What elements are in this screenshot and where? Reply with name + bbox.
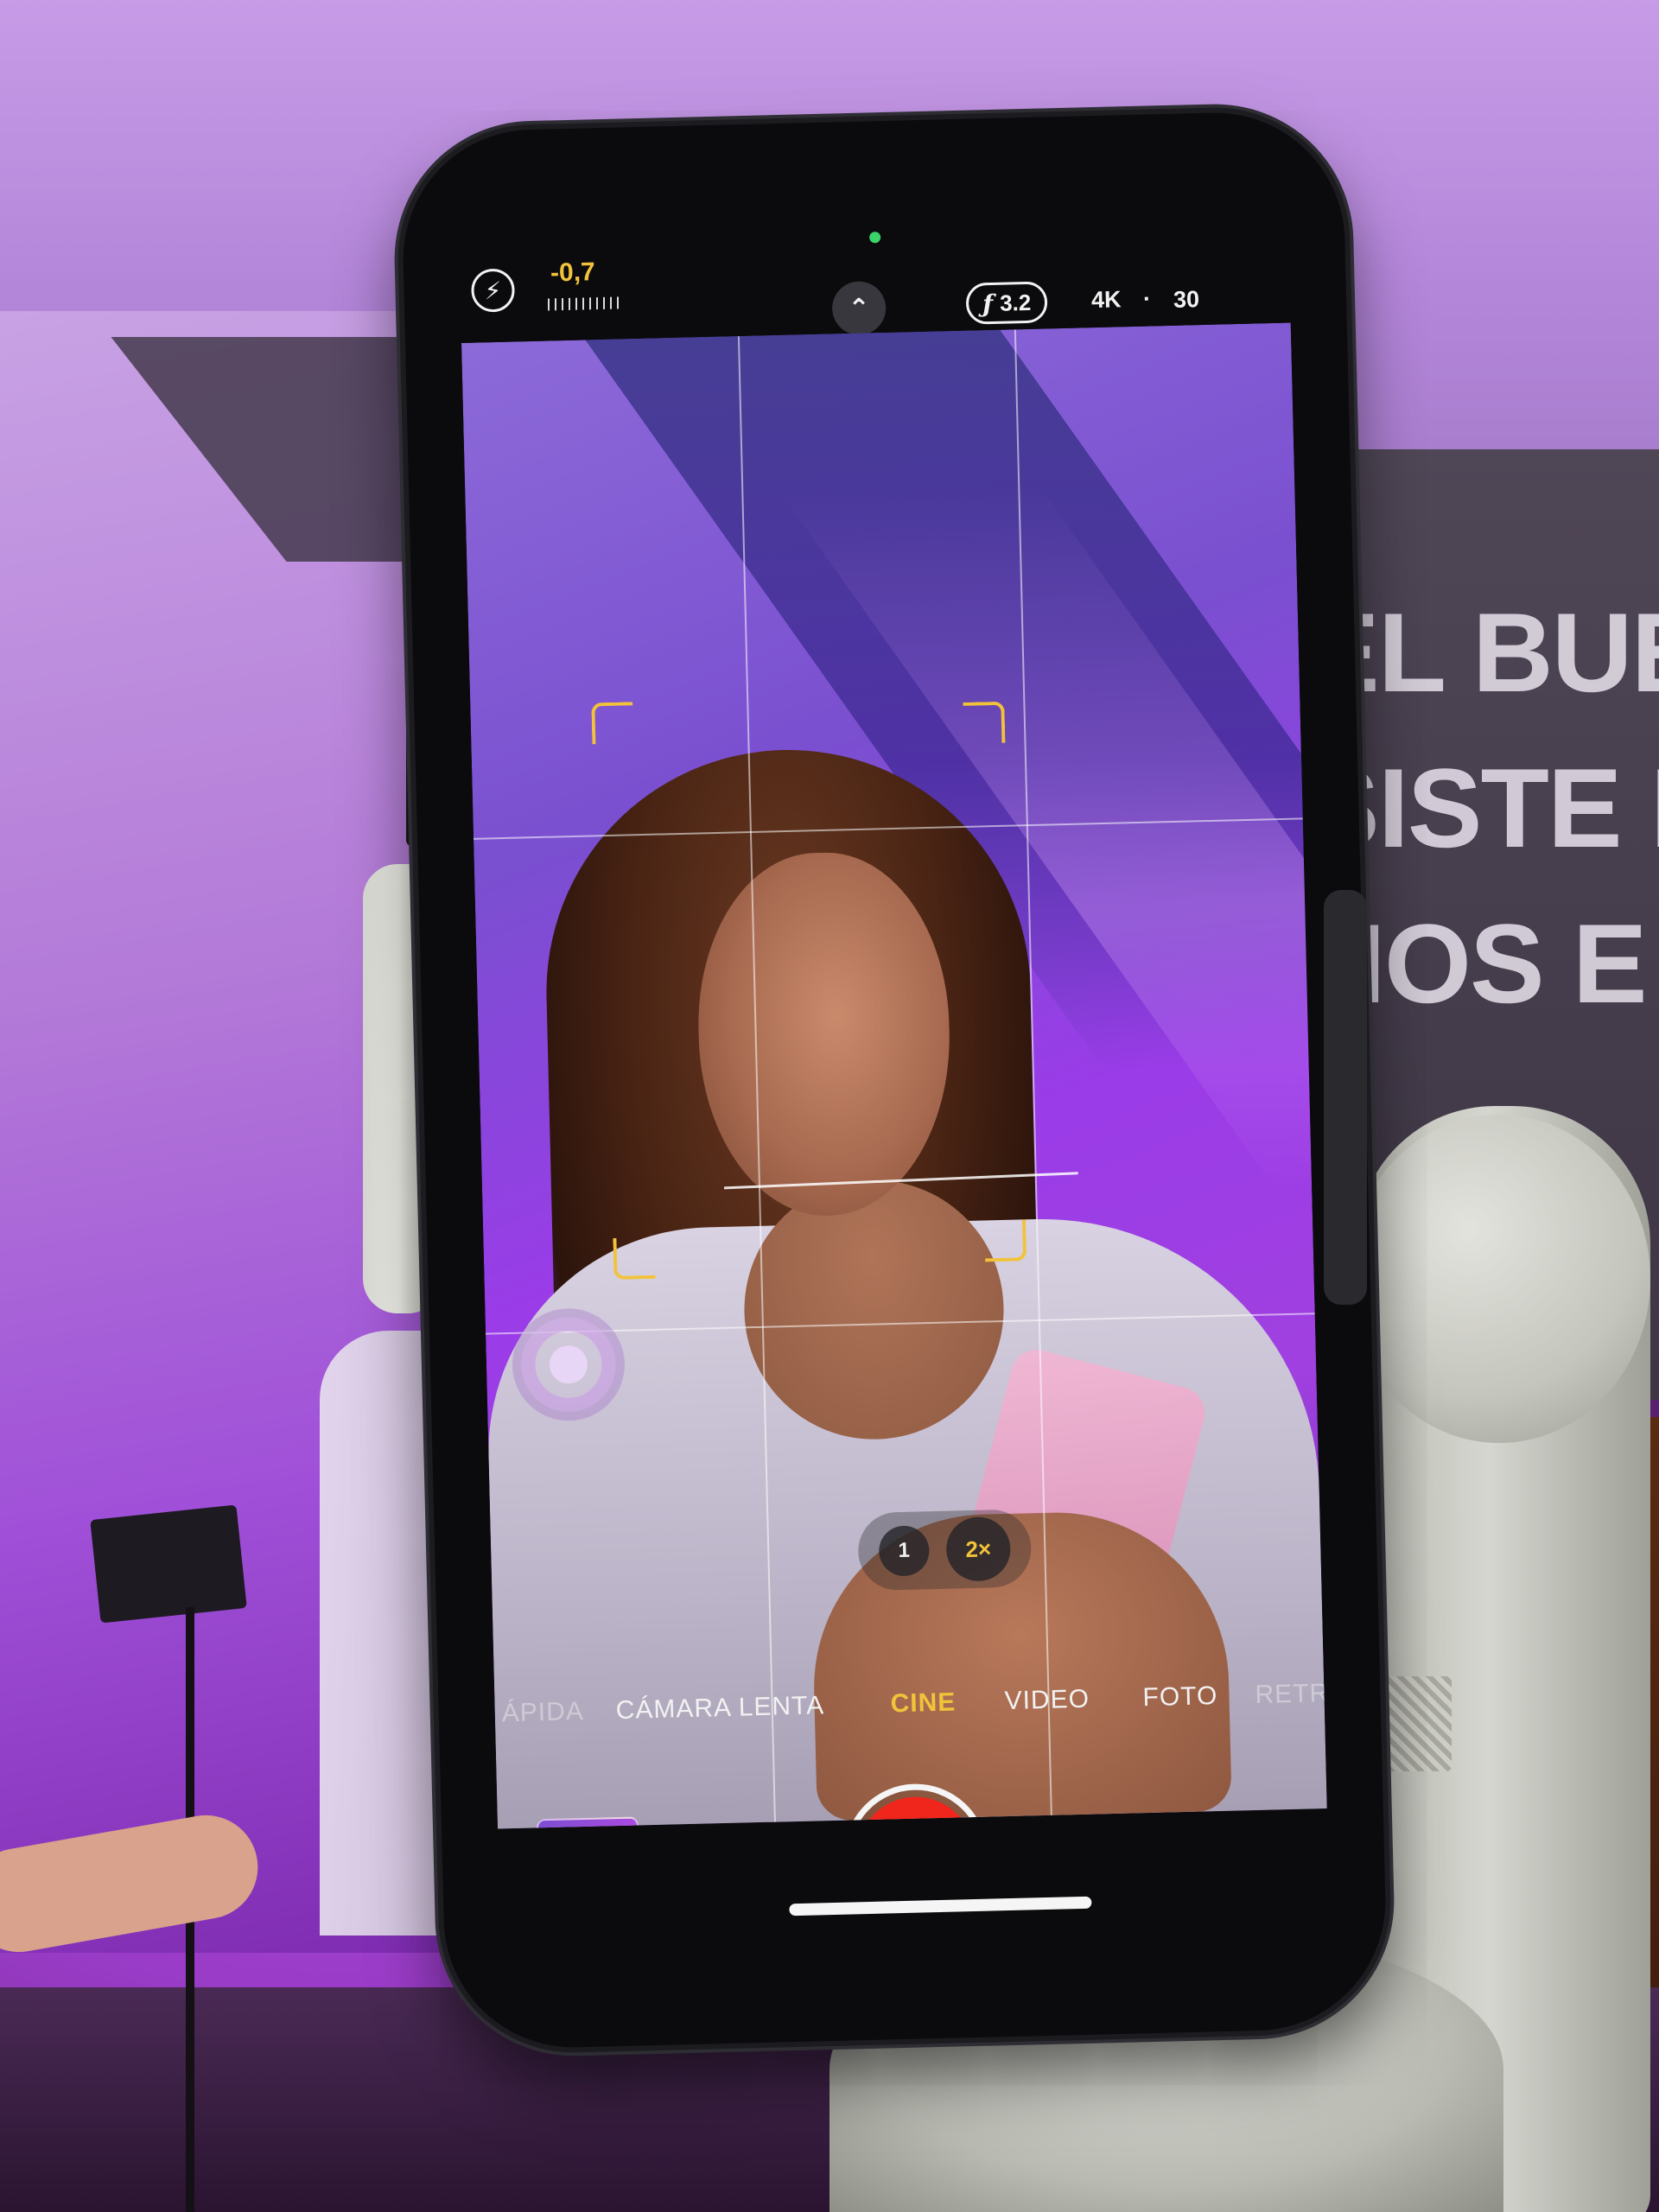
flip-camera-icon: ⟳: [1251, 1826, 1288, 1828]
exposure-value[interactable]: -0,7: [550, 257, 596, 288]
mode-foto[interactable]: FOTO: [1142, 1681, 1218, 1713]
flash-icon: ⚡: [484, 276, 502, 304]
camera-in-use-indicator: [869, 232, 881, 244]
zoom-1x-button[interactable]: 1: [878, 1525, 931, 1577]
mode-rapida[interactable]: ÁPIDA: [501, 1697, 584, 1728]
gimbal-clamp-right: [1324, 890, 1367, 1305]
frame-rate-button[interactable]: 30: [1173, 286, 1200, 314]
chevron-up-icon: ⌃: [848, 293, 871, 323]
format-separator: ·: [1142, 285, 1152, 312]
mode-video[interactable]: VIDEO: [1004, 1685, 1090, 1716]
resolution-button[interactable]: 4K: [1091, 286, 1122, 314]
mode-retrato[interactable]: RETRA: [1255, 1678, 1327, 1710]
focus-bracket: [963, 701, 1006, 744]
aperture-value: 3.2: [999, 289, 1032, 316]
gimbal-qr-label: [1374, 1676, 1452, 1771]
focus-bracket: [613, 1236, 656, 1280]
mode-camara-lenta[interactable]: CÁMARA LENTA: [615, 1691, 824, 1726]
gimbal-motor: [1348, 1115, 1650, 1443]
last-capture-thumbnail[interactable]: [536, 1816, 641, 1829]
aperture-button[interactable]: ƒ 3.2: [965, 281, 1048, 325]
exposure-scale: [547, 296, 623, 311]
zoom-selector: 1 2×: [857, 1509, 1033, 1592]
f-stop-icon: ƒ: [982, 289, 994, 318]
phone: ⚡ -0,7 ⌃ ƒ 3.2 4K · 30 1 2× ÁPIDA CÁMARA…: [400, 110, 1389, 2050]
flash-button[interactable]: ⚡: [470, 268, 516, 313]
flip-camera-button[interactable]: ⟳: [1227, 1808, 1313, 1829]
mode-cine[interactable]: CINE: [890, 1688, 956, 1719]
home-indicator[interactable]: [789, 1896, 1092, 1916]
record-button-inner: [855, 1796, 976, 1829]
camera-top-bar: ⚡ -0,7 ⌃ ƒ 3.2 4K · 30: [400, 110, 1347, 345]
controls-toggle-button[interactable]: ⌃: [831, 280, 887, 336]
camera-viewfinder[interactable]: 1 2× ÁPIDA CÁMARA LENTA CINE VIDEO FOTO …: [461, 322, 1327, 1829]
focus-bracket: [984, 1219, 1027, 1262]
wall-sign-line-1: EL BUEN: [1305, 589, 1659, 715]
zoom-2x-button[interactable]: 2×: [945, 1516, 1012, 1582]
light-panel: [90, 1504, 247, 1624]
focus-bracket: [591, 702, 634, 745]
